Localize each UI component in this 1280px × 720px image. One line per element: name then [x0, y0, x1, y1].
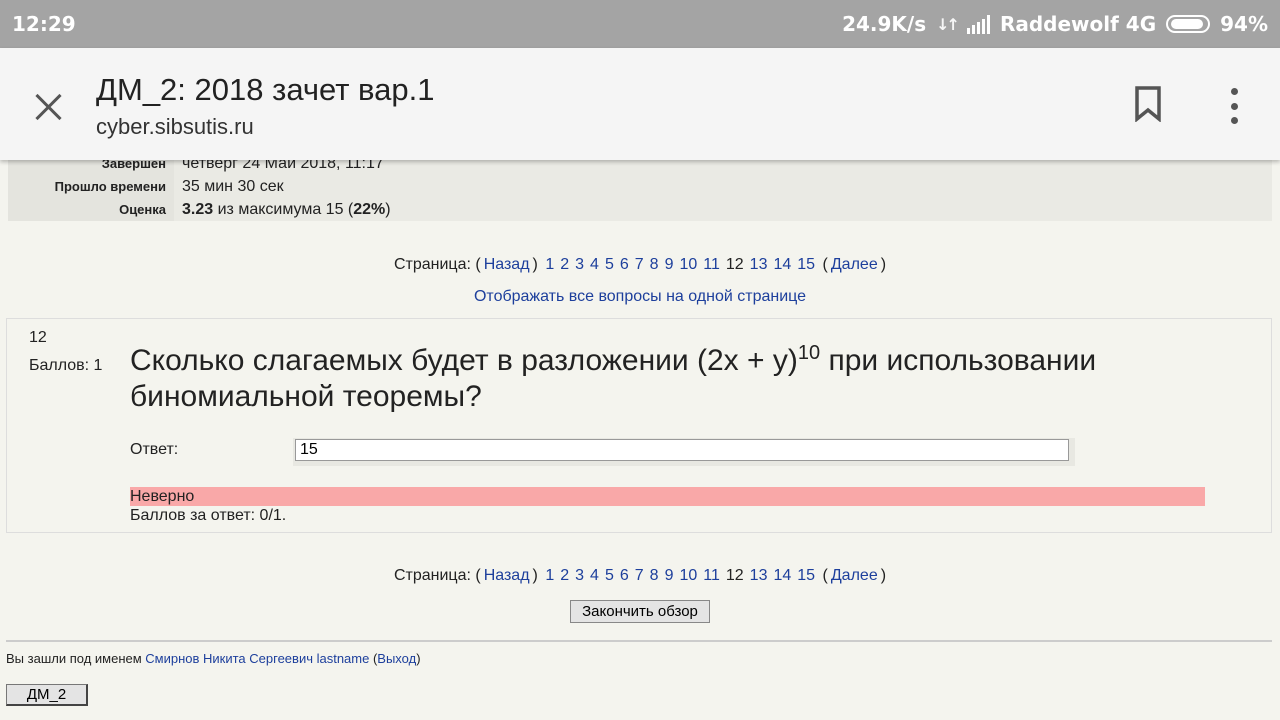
pager-page-link[interactable]: 15 [797, 567, 815, 584]
show-all-questions: Отображать все вопросы на одной странице [0, 288, 1280, 306]
pager-page-link[interactable]: 13 [750, 567, 768, 584]
carrier-name: Raddewolf 4G [999, 12, 1157, 36]
summary-row-grade: Оценка 3.23 из максимума 15 (22%) [8, 198, 1272, 221]
pager-next-link[interactable]: Далее [831, 567, 878, 584]
pager-page-link[interactable]: 8 [650, 567, 659, 584]
pager-page-link[interactable]: 6 [620, 256, 629, 273]
status-right: 24.9K/s ↓↑ Raddewolf 4G 94% [842, 12, 1268, 36]
question-block: 12 Баллов: 1 Сколько слагаемых будет в р… [6, 318, 1272, 533]
pager-paren: ) [880, 567, 887, 584]
close-icon[interactable] [30, 88, 66, 124]
pager-paren: ) [532, 256, 538, 273]
pager-page-link[interactable]: 15 [797, 256, 815, 273]
pager-page-link[interactable]: 5 [605, 567, 614, 584]
pager-next-link[interactable]: Далее [831, 256, 878, 273]
finish-review-button[interactable]: Закончить обзор [570, 600, 710, 623]
pager-page-link[interactable]: 9 [665, 256, 674, 273]
pager-page-link[interactable]: 4 [590, 567, 599, 584]
pager-page-link[interactable]: 8 [650, 256, 659, 273]
summary-value: 3.23 из максимума 15 (22%) [174, 198, 1272, 221]
page-navigation-top: Страница: (Назад) 1 2 3 4 5 6 7 8 9 10 11 12 13 14 15 … [0, 256, 1280, 274]
pager-paren: ) [532, 567, 538, 584]
course-button[interactable]: ДМ_2 [6, 684, 88, 706]
pager-current-page: 12 [725, 567, 744, 584]
pager-label: Страница: ( [393, 567, 481, 584]
data-transfer-icon: ↓↑ [936, 14, 960, 34]
pager-page-link[interactable]: 14 [773, 567, 791, 584]
question-text-part: Сколько слагаемых будет в разложении (2x… [130, 344, 798, 377]
question-text: Сколько слагаемых будет в разложении (2x… [130, 335, 1210, 415]
grade-of: из максимума 15 ( [217, 201, 354, 218]
question-points: Баллов: 1 [29, 357, 103, 374]
pager-paren: ( [822, 256, 828, 273]
pager-page-link[interactable]: 3 [575, 567, 584, 584]
pager-paren: ( [822, 567, 828, 584]
quiz-summary-table: Завершен четверг 24 Май 2018, 11:17 Прош… [8, 152, 1272, 221]
browser-toolbar: ДМ_2: 2018 зачет вар.1 cyber.sibsutis.ru [0, 48, 1280, 160]
pager-paren: ) [880, 256, 887, 273]
summary-key: Оценка [8, 198, 174, 221]
pager-prev-link[interactable]: Назад [484, 256, 530, 273]
login-prefix: Вы зашли под именем [6, 651, 146, 666]
page-title: ДМ_2: 2018 зачет вар.1 [96, 72, 435, 107]
signal-icon [966, 14, 990, 34]
logout-link[interactable]: Выход [377, 651, 416, 666]
pager-page-link[interactable]: 1 [545, 256, 554, 273]
pager-pages: 1 2 3 4 5 6 7 8 9 10 11 12 13 14 15 [542, 256, 818, 273]
question-exponent: 10 [797, 342, 821, 364]
grade-percent: 22% [353, 201, 386, 218]
status-bar: 12:29 24.9K/s ↓↑ Raddewolf 4G 94% [0, 0, 1280, 48]
feedback-incorrect: Неверно [130, 487, 1205, 506]
pager-page-link[interactable]: 14 [773, 256, 791, 273]
grade-close: ) [385, 201, 391, 218]
pager-label: Страница: ( [393, 256, 481, 273]
pager-page-link[interactable]: 5 [605, 256, 614, 273]
summary-row-time: Прошло времени 35 мин 30 сек [8, 175, 1272, 198]
answer-grade: Баллов за ответ: 0/1. [130, 507, 287, 524]
answer-label: Ответ: [130, 441, 179, 458]
network-speed: 24.9K/s [842, 12, 927, 36]
user-profile-link[interactable]: Смирнов Никита Сергеевич lastname [145, 651, 369, 666]
pager-page-link[interactable]: 7 [635, 567, 644, 584]
pager-page-link[interactable]: 6 [620, 567, 629, 584]
pager-page-link[interactable]: 1 [545, 567, 554, 584]
login-info: Вы зашли под именем Смирнов Никита Серге… [6, 651, 421, 666]
pager-page-link[interactable]: 2 [560, 567, 569, 584]
pager-page-link[interactable]: 3 [575, 256, 584, 273]
pager-prev-link[interactable]: Назад [484, 567, 530, 584]
answer-box [293, 438, 1075, 466]
footer-divider [6, 640, 1272, 642]
pager-page-link[interactable]: 7 [635, 256, 644, 273]
login-paren: ) [416, 651, 421, 666]
pager-current-page: 12 [725, 256, 744, 273]
pager-page-link[interactable]: 4 [590, 256, 599, 273]
summary-value: 35 мин 30 сек [174, 175, 1272, 198]
question-number: 12 [29, 329, 47, 346]
pager-pages: 1 2 3 4 5 6 7 8 9 10 11 12 13 14 15 [542, 567, 818, 584]
pager-page-link[interactable]: 9 [665, 567, 674, 584]
status-time: 12:29 [12, 12, 76, 36]
pager-page-link[interactable]: 11 [703, 256, 720, 273]
answer-input[interactable] [295, 439, 1069, 461]
bookmark-icon[interactable] [1134, 86, 1162, 122]
pager-page-link[interactable]: 11 [703, 567, 720, 584]
pager-page-link[interactable]: 10 [679, 567, 697, 584]
more-menu-icon[interactable] [1226, 88, 1242, 124]
pager-page-link[interactable]: 2 [560, 256, 569, 273]
page-navigation-bottom: Страница: (Назад) 1 2 3 4 5 6 7 8 9 10 11 12 13 14 15 … [0, 567, 1280, 585]
battery-icon [1166, 15, 1211, 33]
battery-percent: 94% [1220, 12, 1268, 36]
summary-key: Прошло времени [8, 175, 174, 198]
pager-page-link[interactable]: 13 [750, 256, 768, 273]
show-all-link[interactable]: Отображать все вопросы на одной странице [474, 288, 806, 305]
page-url: cyber.sibsutis.ru [96, 114, 254, 139]
grade-value: 3.23 [182, 201, 214, 218]
pager-page-link[interactable]: 10 [679, 256, 697, 273]
